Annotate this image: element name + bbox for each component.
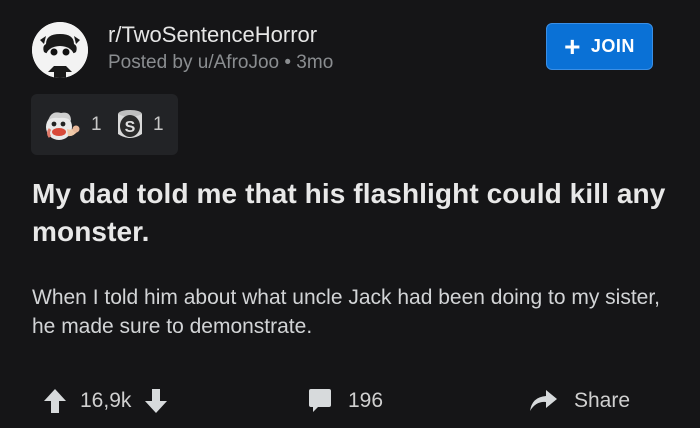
award-count: 1 [91,113,102,135]
post-actions: 16,9k 196 Share [0,378,700,424]
silver-award-icon: S [118,109,142,138]
post-title[interactable]: My dad told me that his flashlight could… [32,175,672,251]
award-wholesome[interactable]: 1 [43,94,102,155]
share-button[interactable]: Share [528,378,630,424]
comments-button[interactable]: 196 [306,378,383,424]
wholesome-award-icon [46,111,80,140]
downvote-arrow-icon [145,389,168,413]
subreddit-avatar-icon [32,22,88,78]
vote-controls: 16,9k [42,378,169,424]
upvote-arrow-icon [44,389,66,413]
award-count: 1 [153,113,164,135]
vote-count: 16,9k [80,389,132,412]
award-silver[interactable]: S 1 [115,94,164,155]
comment-count: 196 [348,389,384,412]
upvote-button[interactable] [42,387,68,415]
plus-icon: + [564,30,581,62]
svg-text:S: S [125,119,136,136]
downvote-button[interactable] [143,387,169,415]
post-meta: Posted by u/AfroJoo • 3mo [108,52,334,73]
subreddit-avatar[interactable] [32,22,88,78]
subreddit-name[interactable]: r/TwoSentenceHorror [108,22,317,48]
share-label: Share [574,389,631,412]
post-body: When I told him about what uncle Jack ha… [32,286,661,338]
join-button[interactable]: + JOIN [546,23,653,70]
join-button-label: JOIN [590,36,635,56]
awards-bar[interactable]: 1 S 1 [31,94,178,155]
comment-icon [309,389,331,412]
post-header: r/TwoSentenceHorror Posted by u/AfroJoo … [32,20,672,80]
share-icon [530,390,557,411]
